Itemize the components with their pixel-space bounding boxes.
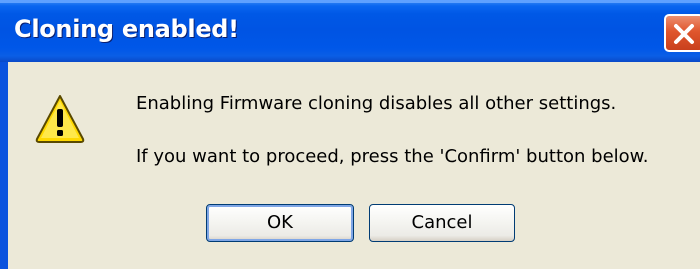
- dialog-body: Enabling Firmware cloning disables all o…: [8, 62, 700, 269]
- title-bar[interactable]: Cloning enabled!: [0, 0, 700, 62]
- cancel-button[interactable]: Cancel: [369, 204, 515, 242]
- dialog-window: Cloning enabled! Enabling Firmware cloni…: [0, 0, 700, 269]
- message-line-1: Enabling Firmware cloning disables all o…: [136, 93, 617, 114]
- close-button[interactable]: [664, 14, 700, 52]
- warning-icon: [35, 95, 85, 143]
- message-line-2: If you want to proceed, press the 'Confi…: [136, 146, 649, 167]
- ok-button[interactable]: OK: [206, 204, 354, 242]
- dialog-title: Cloning enabled!: [14, 15, 239, 43]
- close-icon: [674, 24, 694, 44]
